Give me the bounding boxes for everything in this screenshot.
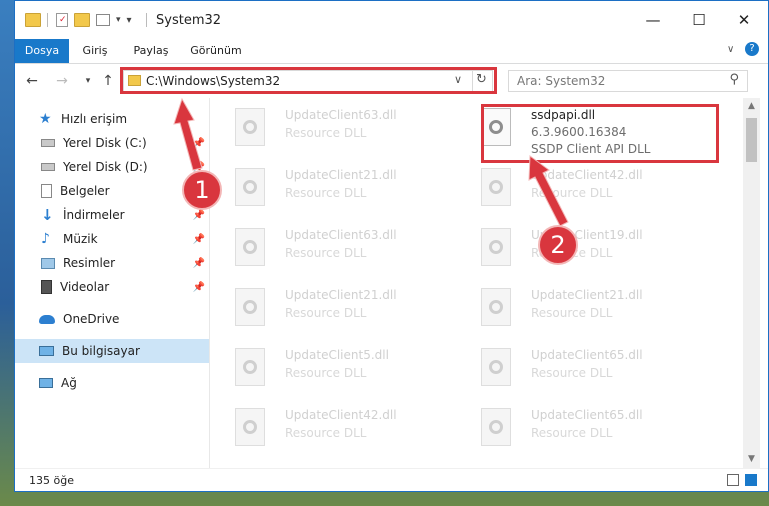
- arrow-1: [173, 97, 203, 171]
- annotation-arrows: [173, 97, 569, 227]
- arrow-2: [528, 155, 569, 227]
- step-1-badge: 1: [182, 170, 222, 210]
- step-2-badge: 2: [538, 225, 578, 265]
